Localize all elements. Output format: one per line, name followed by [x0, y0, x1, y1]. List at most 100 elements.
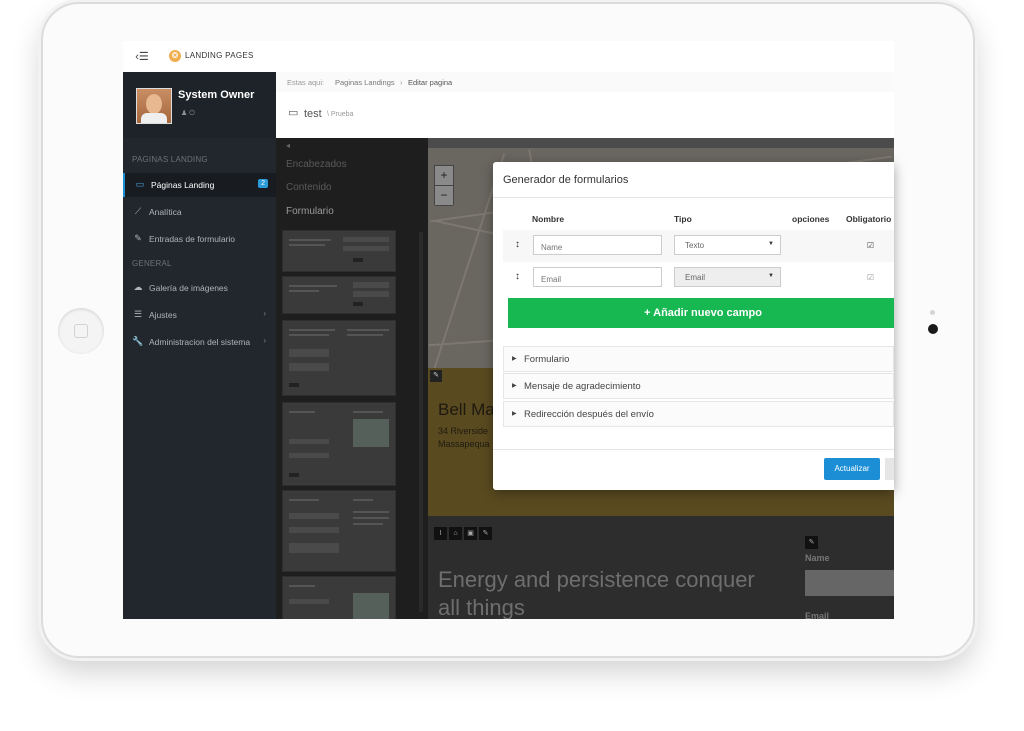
- template-thumbnail[interactable]: [282, 230, 396, 272]
- sidebar-item-administracion[interactable]: 🔧 Administracion del sistema ›: [123, 330, 276, 354]
- select-value: Texto: [685, 241, 705, 250]
- chevron-right-icon: ›: [263, 309, 266, 318]
- form-builder-modal: Generador de formularios Nombre Tipo opc…: [493, 162, 894, 490]
- zoom-in-button[interactable]: +: [435, 166, 453, 186]
- sidebar-item-paginas-landing[interactable]: ▭ Páginas Landing 2: [123, 173, 278, 197]
- template-thumbnail[interactable]: [282, 576, 396, 619]
- column-obligatorio: Obligatorio: [846, 214, 892, 224]
- caret-right-icon: ▶: [512, 411, 517, 417]
- zoom-out-button[interactable]: −: [435, 186, 453, 206]
- scrollbar[interactable]: [419, 232, 423, 612]
- table-row: ↕ Texto ▼ ☑: [503, 230, 894, 262]
- page-title: test: [304, 108, 322, 120]
- slogan-heading: Energy and persistence conquer all thing…: [438, 567, 755, 619]
- sidebar-item-label: Entradas de formulario: [149, 234, 235, 244]
- home-button-icon: [74, 324, 88, 338]
- form-name-input[interactable]: [805, 570, 894, 596]
- sidebar-item-galeria[interactable]: ☁ Galería de imágenes: [123, 276, 276, 300]
- modal-title: Generador de formularios: [503, 174, 629, 186]
- drag-handle-icon[interactable]: ↕: [515, 239, 520, 250]
- address-line: Massapequa: [438, 439, 490, 449]
- close-button[interactable]: [885, 458, 894, 480]
- field-name-input[interactable]: [533, 235, 662, 255]
- accordion-redireccion[interactable]: ▶ Redirección después del envío: [503, 401, 894, 427]
- accordion-mensaje[interactable]: ▶ Mensaje de agradecimiento: [503, 373, 894, 399]
- block-toolbar: I ⌂ ▣ ✎: [434, 522, 494, 540]
- breadcrumb-parent[interactable]: Paginas Landings: [335, 78, 395, 87]
- template-thumbnail[interactable]: [282, 402, 396, 486]
- wrench-icon: 🔧: [132, 336, 144, 346]
- form-section: I ⌂ ▣ ✎ Energy and persistence conquer all …: [428, 516, 894, 619]
- sidebar-item-label: Administracion del sistema: [149, 337, 251, 347]
- template-thumbnail[interactable]: [282, 490, 396, 572]
- sidebar-item-label: Analítica: [149, 207, 182, 217]
- breadcrumb-prefix: Estas aqui:: [287, 78, 325, 87]
- required-checkbox: ☑: [866, 273, 875, 282]
- home-tool-icon[interactable]: ⌂: [449, 527, 462, 540]
- accordion-label: Mensaje de agradecimiento: [524, 381, 641, 392]
- text-tool-icon[interactable]: I: [434, 527, 447, 540]
- required-checkbox[interactable]: ☑: [866, 241, 875, 250]
- home-button: [58, 308, 104, 354]
- chevron-down-icon: ▼: [768, 241, 774, 247]
- form-email-label: Email: [805, 611, 830, 619]
- select-value: Email: [685, 273, 706, 282]
- sidebar-item-analitica[interactable]: ⟋ Analítica: [123, 200, 276, 224]
- field-type-select[interactable]: Texto ▼: [674, 235, 781, 255]
- edit-icon: ✎: [134, 233, 142, 243]
- sidebar-item-label: Páginas Landing: [151, 180, 215, 190]
- caret-right-icon: ▶: [512, 383, 517, 389]
- menu-toggle-icon[interactable]: ‹☰: [129, 49, 155, 65]
- logo-icon: ❂: [169, 50, 181, 62]
- table-row: ↕ Email ▼ ☑: [503, 262, 894, 294]
- collapse-icon[interactable]: ◂: [286, 141, 290, 150]
- form-name-label: Name: [805, 553, 830, 563]
- map-zoom-control: + −: [434, 165, 454, 206]
- edit-icon[interactable]: ✎: [430, 370, 442, 382]
- sidebar-item-ajustes[interactable]: ☰ Ajustes ›: [123, 303, 276, 327]
- column-opciones: opciones: [792, 214, 830, 224]
- laptop-icon: ▭: [288, 107, 299, 119]
- add-field-button[interactable]: + Añadir nuevo campo: [508, 298, 894, 328]
- field-type-select: Email ▼: [674, 267, 781, 287]
- accordion-label: Redirección después del envío: [524, 409, 654, 420]
- accordion-label: Formulario: [524, 354, 570, 365]
- page-subtitle: \ Prueba: [327, 111, 354, 118]
- sidebar: System Owner ♟ ⏻ PAGINAS LANDING ▭ Págin…: [123, 72, 278, 619]
- user-name: System Owner: [178, 89, 255, 101]
- sidebar-item-label: Ajustes: [149, 310, 177, 320]
- sidebar-section-general: GENERAL: [132, 259, 172, 268]
- update-button[interactable]: Actualizar: [824, 458, 880, 480]
- chevron-right-icon: ›: [263, 336, 266, 345]
- template-thumbnail[interactable]: [282, 276, 396, 314]
- business-name: Bell Ma: [438, 400, 495, 419]
- template-thumbnail[interactable]: [282, 320, 396, 396]
- pencil-tool-icon[interactable]: ✎: [479, 527, 492, 540]
- user-actions-icon[interactable]: ♟ ⏻: [181, 109, 195, 118]
- breadcrumb-separator: ›: [400, 78, 403, 87]
- breadcrumb: Estas aqui: Paginas Landings › Editar pa…: [276, 72, 894, 93]
- avatar: [136, 88, 172, 124]
- tab-encabezados[interactable]: Encabezados: [286, 159, 347, 170]
- column-tipo: Tipo: [674, 214, 692, 224]
- breadcrumb-current: Editar pagina: [408, 78, 453, 87]
- tab-contenido[interactable]: Contenido: [286, 182, 332, 193]
- pencil-icon[interactable]: ✎: [805, 536, 818, 549]
- field-name-input[interactable]: [533, 267, 662, 287]
- page-header: ▭ test \ Prueba: [276, 92, 894, 138]
- column-nombre: Nombre: [532, 214, 565, 224]
- app-title: LANDING PAGES: [185, 51, 254, 60]
- image-tool-icon[interactable]: ▣: [464, 527, 477, 540]
- sidebar-section-landing: PAGINAS LANDING: [132, 155, 208, 164]
- sidebar-item-entradas[interactable]: ✎ Entradas de formulario: [123, 227, 276, 251]
- caret-right-icon: ▶: [512, 356, 517, 362]
- cloud-icon: ☁: [133, 282, 143, 292]
- editor-left-panel: ◂ Encabezados Contenido Formulario: [276, 138, 428, 619]
- user-profile: System Owner ♟ ⏻: [123, 72, 276, 138]
- accordion-formulario[interactable]: ▶ Formulario: [503, 346, 894, 372]
- drag-handle-icon[interactable]: ↕: [515, 271, 520, 282]
- tab-formulario[interactable]: Formulario: [286, 206, 334, 217]
- sidebar-item-label: Galería de imágenes: [149, 283, 228, 293]
- chevron-down-icon: ▼: [768, 273, 774, 279]
- address-line: 34 Riverside: [438, 426, 489, 436]
